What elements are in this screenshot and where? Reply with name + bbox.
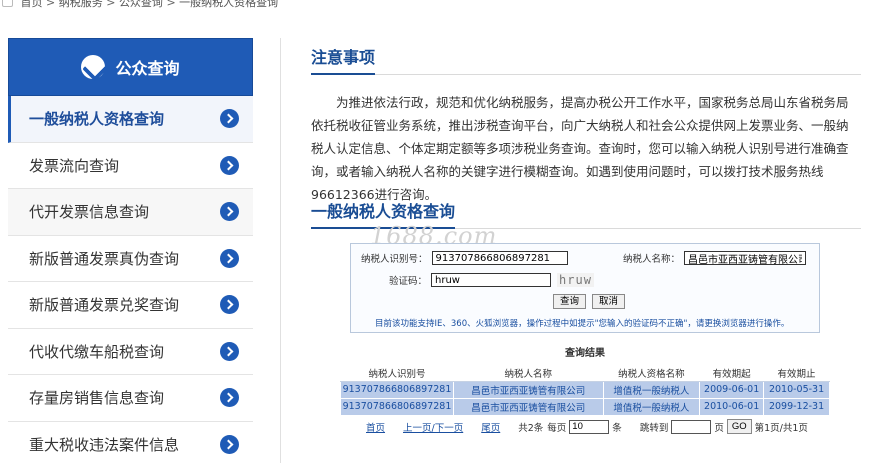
sidebar-item-label: 存量房销售信息查询 bbox=[29, 389, 165, 408]
breadcrumb-home[interactable]: 首页 bbox=[21, 0, 43, 9]
pagination: 首页 上一页/下一页 尾页 共2条 每页 条 跳转到 页 GO 第1页/共1页 bbox=[366, 419, 808, 434]
sidebar-item-agent-invoice[interactable]: 代开发票信息查询 bbox=[8, 189, 253, 236]
table-cell: 913707866806897281 bbox=[340, 397, 454, 416]
column-header: 有效期起 bbox=[699, 365, 764, 382]
sidebar-item-housing-sales[interactable]: 存量房销售信息查询 bbox=[8, 375, 253, 422]
table-row[interactable]: 913707866806897281 昌邑市亚西亚铸管有限公司 增值税一般纳税人… bbox=[340, 380, 830, 399]
page-info: 第1页/共1页 bbox=[754, 422, 808, 434]
taxpayer-id-input[interactable] bbox=[431, 251, 568, 265]
table-cell: 913707866806897281 bbox=[340, 380, 454, 399]
per-page-input[interactable] bbox=[569, 419, 610, 434]
results-title: 查询结果 bbox=[565, 348, 605, 359]
first-page-link[interactable]: 首页 bbox=[366, 420, 385, 434]
sidebar-item-label: 新版普通发票兑奖查询 bbox=[29, 296, 180, 315]
notice-text: 为推进依法行政，规范和优化纳税服务，提高办税公开工作水平，国家税务总局山东省税务… bbox=[311, 95, 849, 202]
sidebar-item-label: 代开发票信息查询 bbox=[29, 203, 150, 222]
chevron-right-icon bbox=[220, 155, 239, 175]
taxpayer-id-row: 纳税人识别号： bbox=[361, 251, 568, 265]
table-cell: 昌邑市亚西亚铸管有限公司 bbox=[452, 380, 604, 399]
breadcrumb-current: 一般纳税人资格查询 bbox=[179, 0, 279, 9]
sidebar-title: 公众查询 bbox=[115, 59, 180, 78]
table-row[interactable]: 913707866806897281 昌邑市亚西亚铸管有限公司 增值税一般纳税人… bbox=[340, 397, 830, 416]
column-header: 纳税人名称 bbox=[453, 365, 604, 382]
form-actions: 查询 取消 bbox=[550, 294, 628, 309]
sidebar-item-label: 一般纳税人资格查询 bbox=[29, 110, 165, 129]
go-button[interactable]: GO bbox=[726, 419, 752, 434]
query-form: 纳税人识别号： 纳税人名称： 验证码： hruw 查询 取消 目前该功能支持IE… bbox=[350, 243, 820, 333]
per-page-label: 每页 bbox=[547, 422, 567, 434]
total-count: 共2条 bbox=[518, 422, 544, 434]
last-page-link[interactable]: 尾页 bbox=[481, 420, 500, 434]
sidebar-item-invoice-lottery[interactable]: 新版普通发票兑奖查询 bbox=[8, 282, 253, 329]
taxpayer-name-label: 纳税人名称： bbox=[623, 254, 681, 265]
notice-section: 注意事项 为推进依法行政，规范和优化纳税服务，提高办税公开工作水平，国家税务总局… bbox=[311, 44, 861, 206]
captcha-row: 验证码： hruw bbox=[389, 273, 594, 287]
chevron-right-icon bbox=[220, 295, 239, 315]
jump-label: 跳转到 bbox=[639, 422, 669, 434]
sidebar-item-vehicle-tax[interactable]: 代收代缴车船税查询 bbox=[8, 328, 253, 375]
public-query-logo-icon bbox=[81, 55, 106, 79]
chevron-right-icon bbox=[220, 109, 239, 129]
column-header: 纳税人识别号 bbox=[340, 365, 454, 382]
breadcrumb-separator: > bbox=[106, 0, 116, 9]
column-header: 有效期止 bbox=[763, 365, 830, 382]
query-button[interactable]: 查询 bbox=[553, 294, 587, 309]
sidebar-item-tax-violation[interactable]: 重大税收违法案件信息 bbox=[8, 421, 253, 463]
results-table: 纳税人识别号 纳税人名称 纳税人资格名称 有效期起 有效期止 913707866… bbox=[340, 365, 830, 416]
prev-next-link[interactable]: 上一页/下一页 bbox=[403, 420, 463, 434]
table-cell: 2099-12-31 bbox=[763, 397, 830, 416]
chevron-right-icon bbox=[220, 434, 239, 454]
browser-note: 目前该功能支持IE、360、火狐浏览器，操作过程中如提示"您输入的验证码不正确"… bbox=[375, 319, 790, 329]
notice-title: 注意事项 bbox=[311, 44, 376, 75]
table-cell: 2009-06-01 bbox=[699, 380, 765, 399]
sidebar-item-invoice-flow[interactable]: 发票流向查询 bbox=[8, 142, 253, 189]
sidebar-item-label: 重大税收违法案件信息 bbox=[29, 435, 180, 454]
title-rule bbox=[311, 74, 861, 75]
breadcrumb-separator: > bbox=[166, 0, 176, 9]
sidebar: 公众查询 一般纳税人资格查询 发票流向查询 代开发票信息查询 新版普通发票真伪查… bbox=[8, 38, 253, 463]
captcha-label: 验证码： bbox=[389, 276, 428, 287]
column-divider bbox=[280, 38, 281, 463]
sidebar-item-invoice-authenticity[interactable]: 新版普通发票真伪查询 bbox=[8, 235, 253, 282]
captcha-image[interactable]: hruw bbox=[557, 273, 594, 287]
jump-unit: 页 bbox=[714, 422, 724, 434]
table-cell: 2010-06-01 bbox=[699, 397, 765, 416]
jump-page-input[interactable] bbox=[671, 419, 712, 434]
per-page-unit: 条 bbox=[612, 422, 622, 434]
column-header: 纳税人资格名称 bbox=[603, 365, 700, 382]
cancel-button[interactable]: 取消 bbox=[592, 294, 626, 309]
chevron-right-icon bbox=[220, 388, 239, 408]
chevron-right-icon bbox=[220, 341, 239, 361]
chevron-right-icon bbox=[220, 202, 239, 222]
sidebar-item-label: 代收代缴车船税查询 bbox=[29, 342, 165, 361]
table-cell: 增值税一般纳税人 bbox=[602, 380, 701, 399]
home-icon bbox=[2, 0, 13, 7]
breadcrumb: 首页 > 纳税服务 > 公众查询 > 一般纳税人资格查询 bbox=[0, 0, 278, 10]
breadcrumb-public-query[interactable]: 公众查询 bbox=[119, 0, 163, 9]
breadcrumb-tax-service[interactable]: 纳税服务 bbox=[59, 0, 103, 9]
chevron-right-icon bbox=[220, 248, 239, 268]
table-cell: 昌邑市亚西亚铸管有限公司 bbox=[452, 397, 604, 416]
captcha-input[interactable] bbox=[431, 273, 552, 287]
sidebar-header: 公众查询 bbox=[8, 38, 253, 96]
sidebar-item-label: 新版普通发票真伪查询 bbox=[29, 249, 180, 268]
sidebar-item-label: 发票流向查询 bbox=[29, 156, 120, 175]
sidebar-item-taxpayer-qualification[interactable]: 一般纳税人资格查询 bbox=[8, 96, 253, 143]
table-cell: 2010-05-31 bbox=[763, 380, 830, 399]
taxpayer-name-input[interactable] bbox=[684, 251, 807, 265]
taxpayer-id-label: 纳税人识别号： bbox=[361, 254, 428, 265]
breadcrumb-separator: > bbox=[46, 0, 56, 9]
table-header-row: 纳税人识别号 纳税人名称 纳税人资格名称 有效期起 有效期止 bbox=[340, 365, 830, 382]
taxpayer-name-row: 纳税人名称： bbox=[623, 251, 807, 265]
table-cell: 增值税一般纳税人 bbox=[602, 397, 701, 416]
